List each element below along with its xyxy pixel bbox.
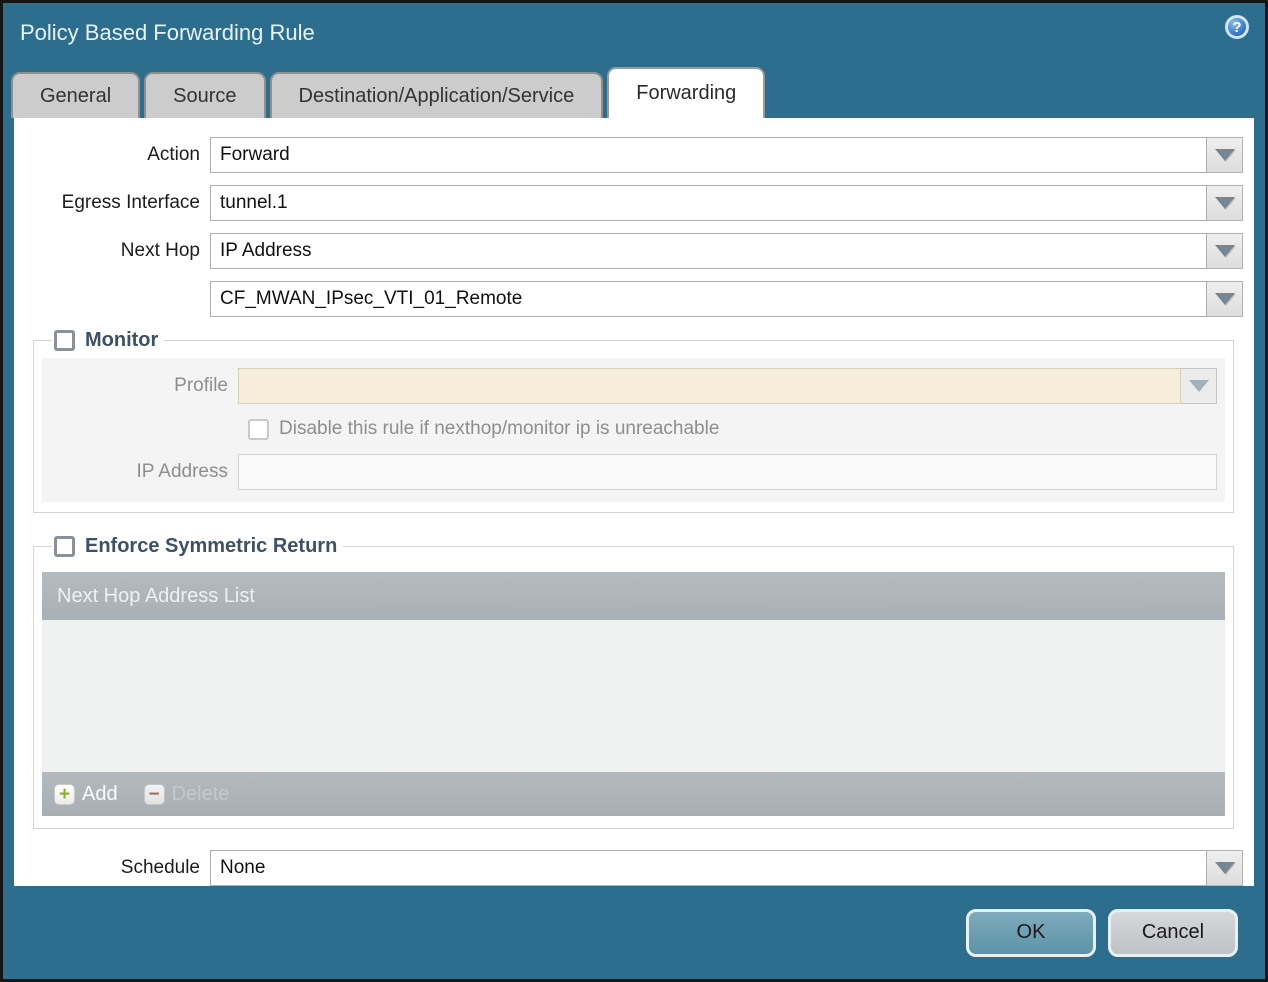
action-row: Action — [14, 137, 1243, 173]
action-input[interactable] — [210, 137, 1207, 173]
next-hop-address-input[interactable] — [210, 281, 1207, 317]
next-hop-dropdown-button[interactable] — [1207, 233, 1243, 269]
add-button-label: Add — [82, 782, 118, 805]
chevron-down-icon — [1214, 293, 1235, 305]
chevron-down-icon — [1214, 245, 1235, 257]
next-hop-address-list-body[interactable] — [42, 620, 1225, 772]
chevron-down-icon — [1214, 149, 1235, 161]
help-icon[interactable]: ? — [1225, 15, 1249, 39]
chevron-down-icon — [1214, 862, 1235, 874]
tab-general[interactable]: General — [11, 72, 141, 118]
next-hop-address-dropdown-button[interactable] — [1207, 281, 1243, 317]
plus-icon: + — [54, 783, 75, 805]
next-hop-address-list-header-label: Next Hop Address List — [57, 584, 255, 607]
monitor-ip-address-row: IP Address — [42, 454, 1225, 490]
chevron-down-icon — [1188, 380, 1209, 392]
tab-label: Destination/Application/Service — [298, 84, 575, 107]
tab-forwarding[interactable]: Forwarding — [607, 67, 766, 118]
monitor-checkbox[interactable] — [54, 330, 75, 351]
cancel-button[interactable]: Cancel — [1108, 908, 1238, 957]
next-hop-combo — [210, 233, 1243, 269]
egress-interface-combo — [210, 185, 1243, 221]
dialog-titlebar: Policy Based Forwarding Rule — [3, 3, 1265, 63]
monitor-legend: Monitor — [52, 329, 164, 352]
add-button[interactable]: + Add — [54, 783, 118, 806]
disable-rule-label: Disable this rule if nexthop/monitor ip … — [279, 418, 720, 439]
monitor-ip-address-field — [238, 454, 1217, 490]
policy-based-forwarding-rule-dialog: Policy Based Forwarding Rule ? General S… — [0, 0, 1268, 982]
delete-button-label: Delete — [171, 782, 230, 805]
next-hop-address-list-toolbar: + Add − Delete — [42, 772, 1225, 816]
egress-interface-dropdown-button[interactable] — [1207, 185, 1243, 221]
egress-interface-label: Egress Interface — [61, 192, 200, 213]
next-hop-row: Next Hop — [14, 233, 1243, 269]
schedule-dropdown-button[interactable] — [1207, 850, 1243, 886]
next-hop-address-list-header: Next Hop Address List — [42, 572, 1225, 620]
monitor-legend-label: Monitor — [85, 329, 159, 351]
monitor-disabled-panel: Profile Disable this rule if nexthop/mon… — [42, 358, 1225, 502]
minus-icon: − — [143, 783, 165, 805]
action-combo — [210, 137, 1243, 173]
tab-label: Source — [173, 84, 237, 107]
profile-row: Profile — [42, 368, 1225, 404]
egress-interface-row: Egress Interface — [14, 185, 1243, 221]
profile-dropdown-button — [1181, 368, 1217, 404]
dialog-title: Policy Based Forwarding Rule — [20, 20, 315, 45]
ok-button[interactable]: OK — [966, 908, 1096, 957]
forwarding-tab-panel: Action Egress Interface Next Hop — [14, 118, 1254, 886]
schedule-input[interactable] — [210, 850, 1207, 886]
tab-destination-application-service[interactable]: Destination/Application/Service — [269, 72, 604, 118]
tab-bar: General Source Destination/Application/S… — [3, 63, 1265, 118]
next-hop-type-input[interactable] — [210, 233, 1207, 269]
egress-interface-input[interactable] — [210, 185, 1207, 221]
next-hop-address-list-table: Next Hop Address List + Add − Delete — [42, 572, 1225, 816]
profile-combo — [238, 368, 1217, 404]
next-hop-label: Next Hop — [120, 240, 200, 261]
monitor-ip-address-label: IP Address — [136, 461, 228, 482]
tab-label: Forwarding — [636, 82, 737, 104]
tab-source[interactable]: Source — [144, 72, 266, 118]
profile-label: Profile — [174, 375, 228, 396]
chevron-down-icon — [1214, 197, 1235, 209]
dialog-footer: OK Cancel — [3, 886, 1265, 979]
disable-rule-row: Disable this rule if nexthop/monitor ip … — [42, 418, 1225, 440]
action-label: Action — [147, 144, 200, 165]
action-dropdown-button[interactable] — [1207, 137, 1243, 173]
enforce-symmetric-return-legend: Enforce Symmetric Return — [52, 535, 343, 558]
enforce-symmetric-return-fieldset: Enforce Symmetric Return Next Hop Addres… — [33, 535, 1234, 829]
disable-rule-check-group: Disable this rule if nexthop/monitor ip … — [248, 418, 719, 440]
schedule-row: Schedule — [14, 850, 1243, 886]
enforce-symmetric-return-checkbox[interactable] — [54, 536, 75, 557]
schedule-combo — [210, 850, 1243, 886]
schedule-label: Schedule — [120, 857, 200, 878]
tab-label: General — [40, 84, 112, 107]
enforce-symmetric-return-legend-label: Enforce Symmetric Return — [85, 535, 338, 557]
next-hop-address-combo — [210, 281, 1243, 317]
monitor-fieldset: Monitor Profile Disable this rule if nex… — [33, 329, 1234, 513]
question-mark-glyph: ? — [1232, 18, 1242, 36]
next-hop-address-row — [14, 281, 1243, 317]
monitor-ip-address-input — [238, 454, 1217, 490]
profile-input — [238, 368, 1181, 404]
disable-rule-checkbox — [248, 418, 269, 440]
delete-button: − Delete — [143, 782, 230, 806]
